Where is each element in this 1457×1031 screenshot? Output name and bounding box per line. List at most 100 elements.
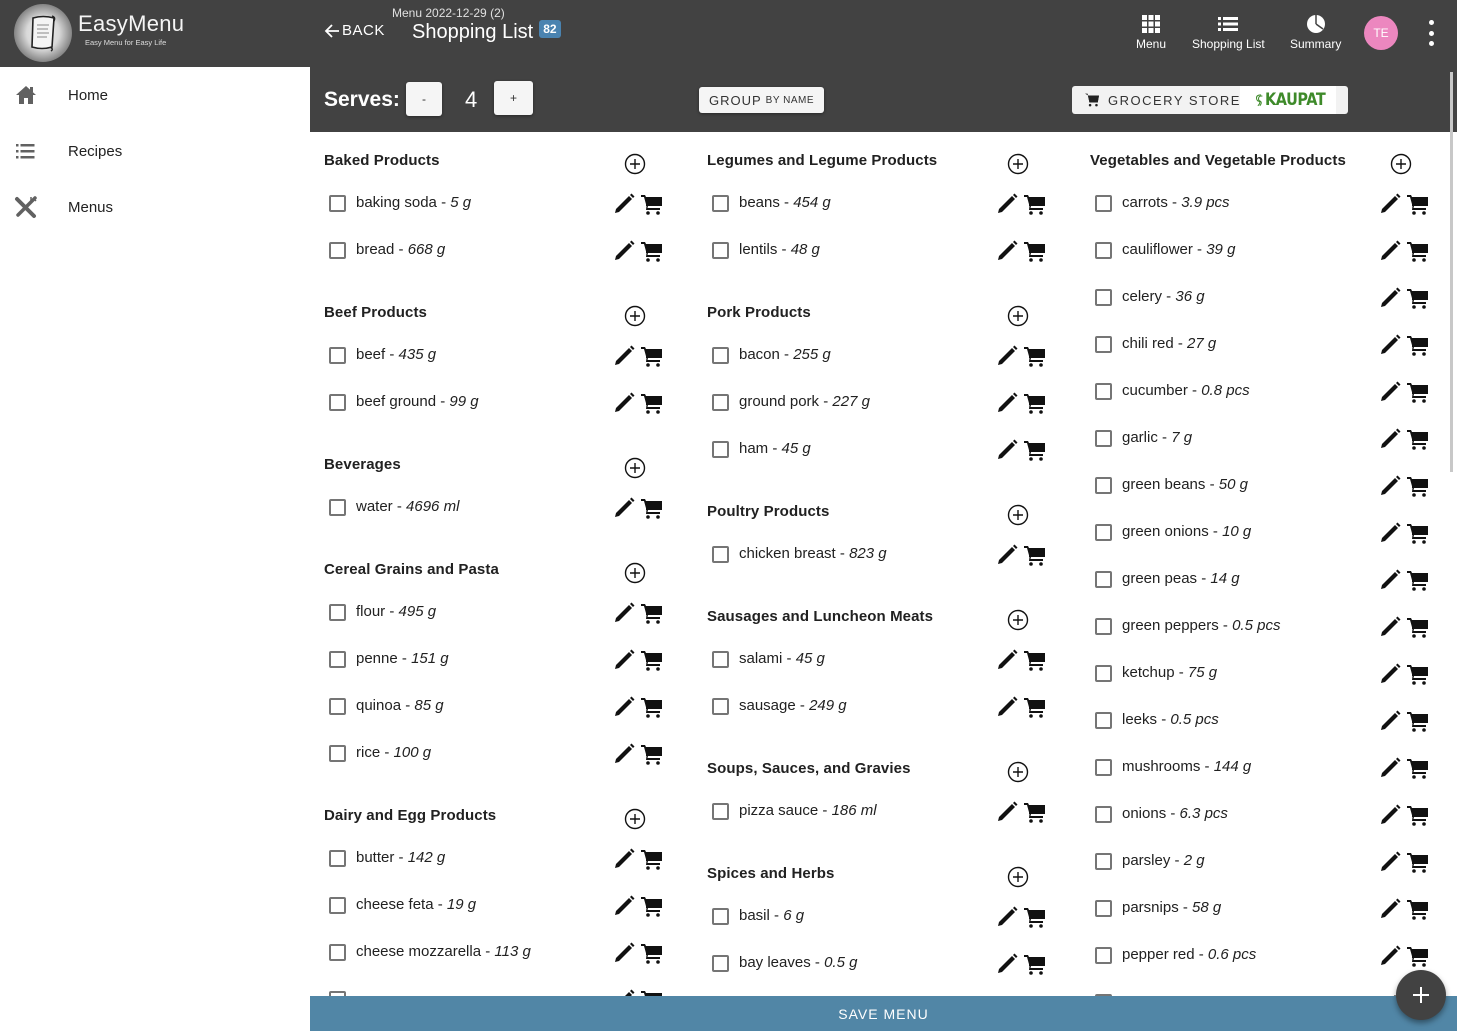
pencil-icon[interactable] xyxy=(612,648,636,672)
cart-icon[interactable] xyxy=(1406,709,1430,733)
add-circle-icon[interactable] xyxy=(1007,504,1029,526)
item-checkbox[interactable] xyxy=(329,195,346,212)
pencil-icon[interactable] xyxy=(1378,333,1402,357)
item-checkbox[interactable] xyxy=(1095,806,1112,823)
item-checkbox[interactable] xyxy=(712,394,729,411)
pencil-icon[interactable] xyxy=(995,438,1019,462)
cart-icon[interactable] xyxy=(640,391,664,415)
pencil-icon[interactable] xyxy=(995,800,1019,824)
item-checkbox[interactable] xyxy=(1095,571,1112,588)
item-checkbox[interactable] xyxy=(329,745,346,762)
pencil-icon[interactable] xyxy=(612,742,636,766)
pencil-icon[interactable] xyxy=(1378,615,1402,639)
grocery-store-button[interactable]: GROCERY STORE: KAUPAT xyxy=(1072,86,1348,114)
add-circle-icon[interactable] xyxy=(624,457,646,479)
item-checkbox[interactable] xyxy=(329,347,346,364)
item-checkbox[interactable] xyxy=(712,955,729,972)
cart-icon[interactable] xyxy=(1406,568,1430,592)
item-checkbox[interactable] xyxy=(329,698,346,715)
pencil-icon[interactable] xyxy=(612,894,636,918)
pencil-icon[interactable] xyxy=(612,601,636,625)
pencil-icon[interactable] xyxy=(1378,756,1402,780)
item-checkbox[interactable] xyxy=(1095,947,1112,964)
pencil-icon[interactable] xyxy=(1378,850,1402,874)
cart-icon[interactable] xyxy=(1406,239,1430,263)
cart-icon[interactable] xyxy=(1023,192,1047,216)
group-by-name-button[interactable]: GROUP BY NAME xyxy=(699,87,824,113)
item-checkbox[interactable] xyxy=(712,698,729,715)
cart-icon[interactable] xyxy=(1406,662,1430,686)
cart-icon[interactable] xyxy=(640,239,664,263)
sidebar-item-home[interactable]: Home xyxy=(0,67,310,123)
item-checkbox[interactable] xyxy=(329,897,346,914)
pencil-icon[interactable] xyxy=(995,543,1019,567)
item-checkbox[interactable] xyxy=(712,441,729,458)
pencil-icon[interactable] xyxy=(612,192,636,216)
item-checkbox[interactable] xyxy=(712,242,729,259)
item-checkbox[interactable] xyxy=(1095,853,1112,870)
cart-icon[interactable] xyxy=(640,496,664,520)
item-checkbox[interactable] xyxy=(329,651,346,668)
pencil-icon[interactable] xyxy=(995,391,1019,415)
item-checkbox[interactable] xyxy=(712,195,729,212)
pencil-icon[interactable] xyxy=(612,847,636,871)
item-checkbox[interactable] xyxy=(329,499,346,516)
item-checkbox[interactable] xyxy=(1095,336,1112,353)
pencil-icon[interactable] xyxy=(612,391,636,415)
pencil-icon[interactable] xyxy=(1378,568,1402,592)
add-circle-icon[interactable] xyxy=(1007,761,1029,783)
pencil-icon[interactable] xyxy=(995,695,1019,719)
cart-icon[interactable] xyxy=(1406,286,1430,310)
cart-icon[interactable] xyxy=(1023,648,1047,672)
app-logo[interactable] xyxy=(14,4,72,62)
item-checkbox[interactable] xyxy=(1095,665,1112,682)
pencil-icon[interactable] xyxy=(1378,286,1402,310)
cart-icon[interactable] xyxy=(1023,905,1047,929)
cart-icon[interactable] xyxy=(1023,695,1047,719)
cart-icon[interactable] xyxy=(1023,438,1047,462)
back-button[interactable]: BACK xyxy=(324,22,385,39)
pencil-icon[interactable] xyxy=(1378,709,1402,733)
item-checkbox[interactable] xyxy=(712,347,729,364)
cart-icon[interactable] xyxy=(1023,344,1047,368)
cart-icon[interactable] xyxy=(640,941,664,965)
pencil-icon[interactable] xyxy=(1378,474,1402,498)
serves-decrease-button[interactable]: - xyxy=(406,82,442,116)
cart-icon[interactable] xyxy=(640,847,664,871)
nav-shopping-list-button[interactable]: Shopping List xyxy=(1192,14,1265,51)
pencil-icon[interactable] xyxy=(995,905,1019,929)
add-circle-icon[interactable] xyxy=(1007,866,1029,888)
pencil-icon[interactable] xyxy=(1378,944,1402,968)
add-item-fab[interactable] xyxy=(1396,970,1446,1020)
pencil-icon[interactable] xyxy=(1378,897,1402,921)
pencil-icon[interactable] xyxy=(612,496,636,520)
cart-icon[interactable] xyxy=(640,695,664,719)
item-checkbox[interactable] xyxy=(1095,618,1112,635)
cart-icon[interactable] xyxy=(1406,521,1430,545)
add-circle-icon[interactable] xyxy=(624,153,646,175)
pencil-icon[interactable] xyxy=(612,344,636,368)
item-checkbox[interactable] xyxy=(1095,430,1112,447)
item-checkbox[interactable] xyxy=(712,908,729,925)
nav-menu-button[interactable]: Menu xyxy=(1136,14,1166,51)
nav-summary-button[interactable]: Summary xyxy=(1290,14,1341,51)
item-checkbox[interactable] xyxy=(712,546,729,563)
add-circle-icon[interactable] xyxy=(1007,305,1029,327)
cart-icon[interactable] xyxy=(640,742,664,766)
add-circle-icon[interactable] xyxy=(1007,609,1029,631)
serves-increase-button[interactable]: + xyxy=(494,81,533,115)
cart-icon[interactable] xyxy=(1406,803,1430,827)
add-circle-icon[interactable] xyxy=(624,562,646,584)
pencil-icon[interactable] xyxy=(995,239,1019,263)
item-checkbox[interactable] xyxy=(329,604,346,621)
item-checkbox[interactable] xyxy=(1095,477,1112,494)
sidebar-item-recipes[interactable]: Recipes xyxy=(0,123,310,179)
pencil-icon[interactable] xyxy=(1378,427,1402,451)
item-checkbox[interactable] xyxy=(1095,524,1112,541)
add-circle-icon[interactable] xyxy=(624,305,646,327)
pencil-icon[interactable] xyxy=(995,344,1019,368)
cart-icon[interactable] xyxy=(640,894,664,918)
add-circle-icon[interactable] xyxy=(624,808,646,830)
cart-icon[interactable] xyxy=(1406,756,1430,780)
add-circle-icon[interactable] xyxy=(1007,153,1029,175)
